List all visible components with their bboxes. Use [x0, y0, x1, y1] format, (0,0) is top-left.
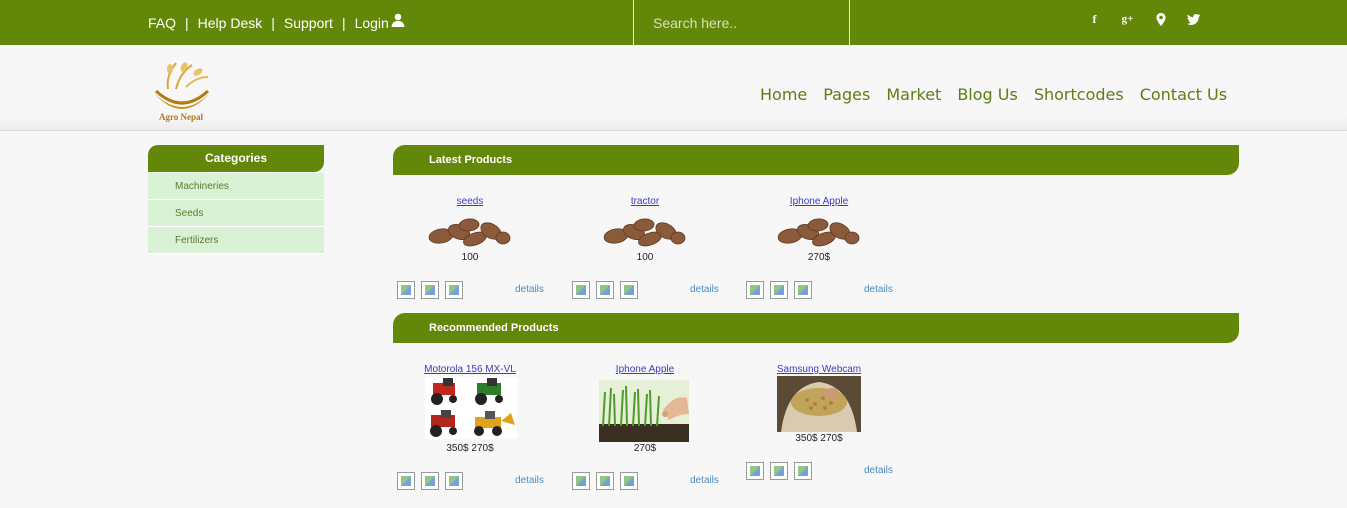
broken-image-icon[interactable] [572, 281, 590, 299]
categories-title: Categories [148, 145, 324, 172]
product-name-link[interactable]: Iphone Apple [742, 196, 896, 207]
product-action-icons [572, 472, 644, 490]
seeds-image[interactable] [427, 209, 511, 249]
category-list: Machineries Seeds Fertilizers [148, 173, 324, 254]
broken-image-icon[interactable] [397, 472, 415, 490]
grain-sack-image[interactable] [777, 376, 861, 432]
tractors-image[interactable] [425, 377, 517, 439]
product-price: 350$ 270$ [795, 433, 843, 444]
broken-image-icon[interactable] [445, 281, 463, 299]
top-bar: FAQ | Help Desk | Support | Login f g+ [0, 0, 1347, 45]
product-name-link[interactable]: seeds [393, 196, 547, 207]
broken-image-icon[interactable] [445, 472, 463, 490]
broken-image-icon[interactable] [397, 281, 415, 299]
product-name-link[interactable]: Iphone Apple [568, 364, 722, 375]
main-nav: Home Pages Market Blog Us Shortcodes Con… [760, 85, 1243, 104]
search-box [633, 0, 850, 45]
broken-image-icon[interactable] [770, 462, 788, 480]
product-action-icons [397, 472, 469, 490]
location-icon[interactable] [1144, 10, 1177, 28]
nav-pages[interactable]: Pages [823, 85, 870, 104]
details-link[interactable]: details [515, 284, 544, 295]
separator: | [185, 14, 189, 31]
details-link[interactable]: details [864, 284, 893, 295]
category-item-seeds[interactable]: Seeds [148, 200, 324, 227]
details-link[interactable]: details [690, 475, 719, 486]
product-action-icons [572, 281, 644, 299]
latest-products-heading: Latest Products [393, 145, 1239, 175]
broken-image-icon[interactable] [746, 462, 764, 480]
separator: | [341, 14, 346, 31]
broken-image-icon[interactable] [620, 472, 638, 490]
header: Agro Nepal Home Pages Market Blog Us Sho… [0, 45, 1347, 131]
details-link[interactable]: details [515, 475, 544, 486]
product-price: 100 [636, 252, 654, 263]
faq-link[interactable]: FAQ [148, 15, 176, 31]
category-item-fertilizers[interactable]: Fertilizers [148, 227, 324, 254]
broken-image-icon[interactable] [746, 281, 764, 299]
broken-image-icon[interactable] [770, 281, 788, 299]
broken-image-icon[interactable] [620, 281, 638, 299]
product-action-icons [746, 462, 818, 480]
help-desk-link[interactable]: Help Desk [198, 15, 263, 31]
seeds-image[interactable] [776, 209, 860, 249]
login-link[interactable]: Login [355, 15, 389, 31]
user-icon[interactable] [391, 13, 405, 27]
separator: | [271, 14, 275, 31]
product-price: 270$ [633, 443, 657, 454]
product-name-link[interactable]: Samsung Webcam [742, 364, 896, 375]
social-links: f g+ [1078, 10, 1210, 28]
broken-image-icon[interactable] [596, 472, 614, 490]
nav-market[interactable]: Market [886, 85, 941, 104]
category-item-machineries[interactable]: Machineries [148, 173, 324, 200]
twitter-icon[interactable] [1177, 10, 1210, 28]
broken-image-icon[interactable] [596, 281, 614, 299]
nav-shortcodes[interactable]: Shortcodes [1034, 85, 1124, 104]
support-link[interactable]: Support [284, 15, 333, 31]
product-action-icons [397, 281, 469, 299]
product-action-icons [746, 281, 818, 299]
product-name-link[interactable]: Motorola 156 MX-VL [393, 364, 547, 375]
facebook-icon[interactable]: f [1078, 10, 1111, 28]
broken-image-icon[interactable] [421, 281, 439, 299]
nav-contact-us[interactable]: Contact Us [1140, 85, 1227, 104]
broken-image-icon[interactable] [794, 281, 812, 299]
logo-text: Agro Nepal [158, 112, 204, 122]
top-links: FAQ | Help Desk | Support | Login [148, 0, 405, 45]
broken-image-icon[interactable] [421, 472, 439, 490]
product-price: 270$ [807, 252, 831, 263]
search-input[interactable] [634, 0, 849, 45]
details-link[interactable]: details [864, 465, 893, 476]
google-plus-icon[interactable]: g+ [1111, 10, 1144, 28]
recommended-products-heading: Recommended Products [393, 313, 1239, 343]
product-price: 350$ 270$ [446, 443, 494, 454]
nav-home[interactable]: Home [760, 85, 807, 104]
nav-blog-us[interactable]: Blog Us [957, 85, 1018, 104]
details-link[interactable]: details [690, 284, 719, 295]
broken-image-icon[interactable] [794, 462, 812, 480]
product-name-link[interactable]: tractor [568, 196, 722, 207]
broken-image-icon[interactable] [572, 472, 590, 490]
seeds-image[interactable] [602, 209, 686, 249]
seedlings-image[interactable] [599, 380, 689, 442]
product-price: 100 [461, 252, 479, 263]
